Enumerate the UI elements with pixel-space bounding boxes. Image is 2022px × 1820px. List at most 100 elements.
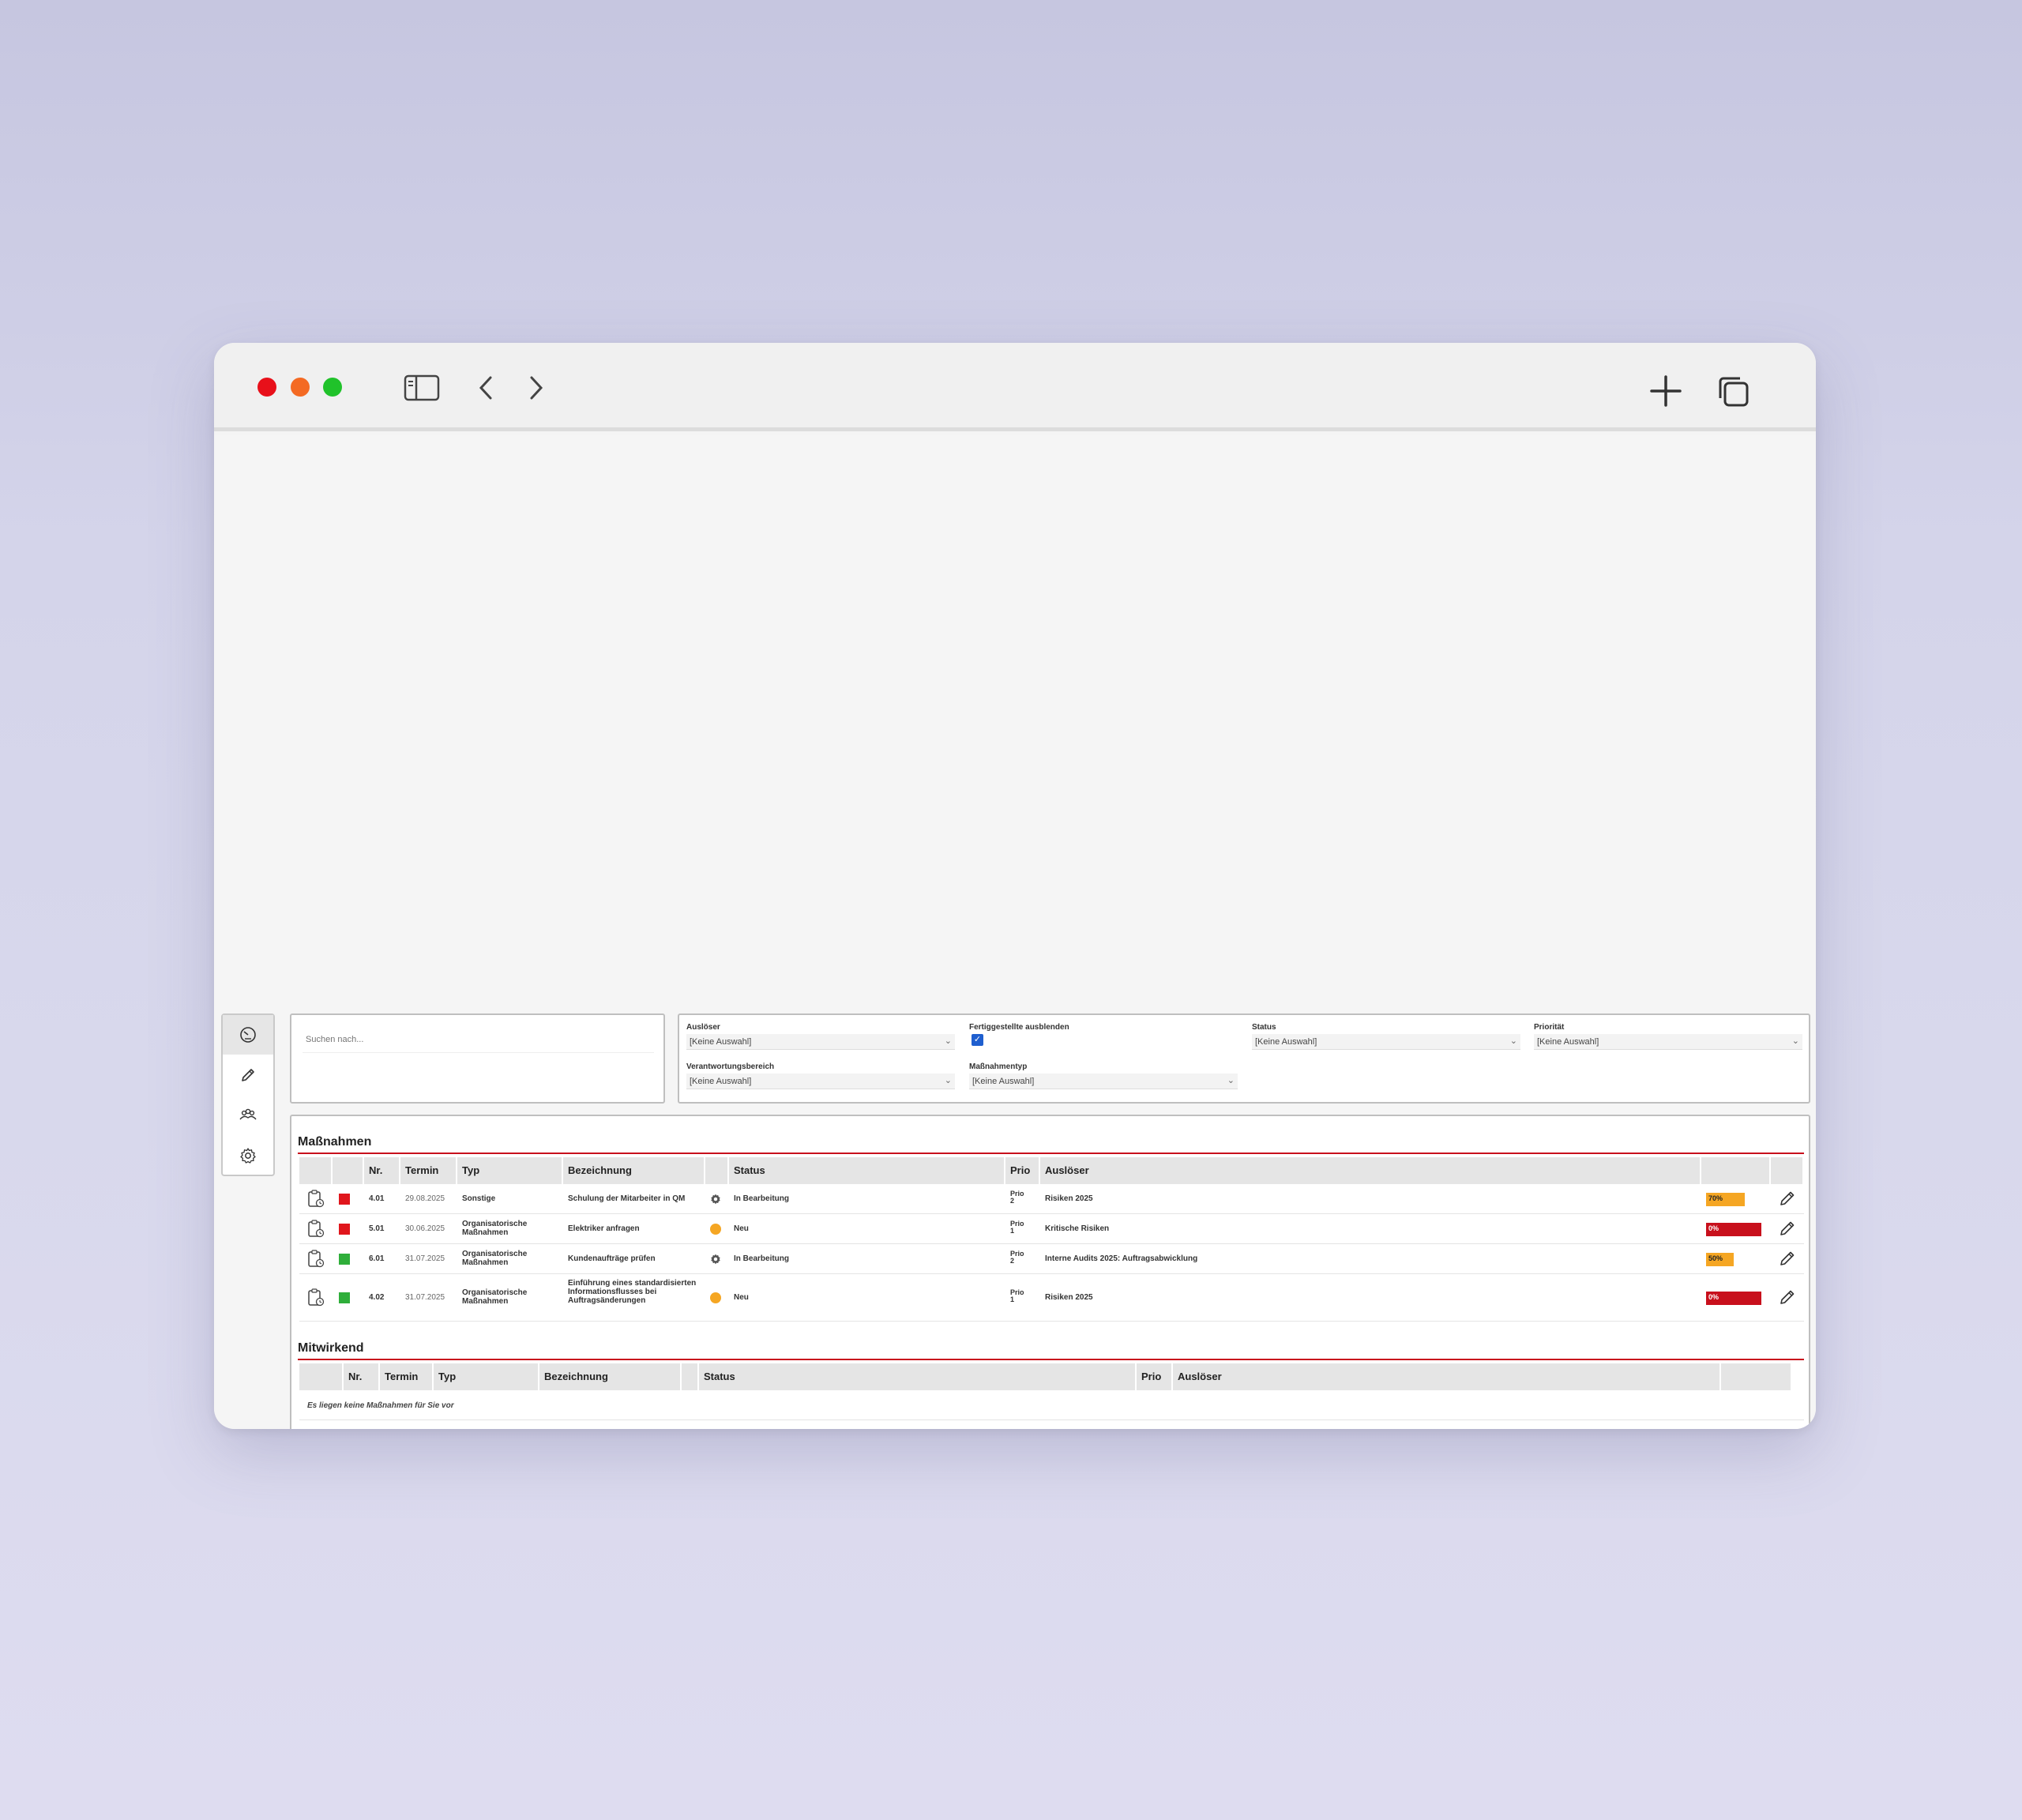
col-termin[interactable]: Termin bbox=[380, 1363, 434, 1390]
priority-marker bbox=[339, 1224, 350, 1235]
col-marker bbox=[333, 1157, 364, 1184]
col-ausloeser[interactable]: Auslöser bbox=[1040, 1157, 1701, 1184]
progress-bar: 0% bbox=[1706, 1292, 1761, 1305]
cell-ausloeser: Risiken 2025 bbox=[1045, 1194, 1093, 1203]
forward-icon[interactable] bbox=[527, 374, 546, 401]
close-window-button[interactable] bbox=[257, 378, 276, 397]
col-status-icon bbox=[705, 1157, 729, 1184]
priority-marker bbox=[339, 1254, 350, 1265]
sidebar-toggle-icon[interactable] bbox=[404, 374, 440, 401]
nav-settings[interactable] bbox=[223, 1136, 273, 1175]
col-status[interactable]: Status bbox=[729, 1157, 1005, 1184]
col-typ[interactable]: Typ bbox=[457, 1157, 563, 1184]
chevron-down-icon: ⌄ bbox=[1791, 1036, 1799, 1046]
task-clipboard-icon[interactable] bbox=[307, 1288, 325, 1307]
dashboard-gauge-icon bbox=[240, 1027, 256, 1043]
task-clipboard-icon[interactable] bbox=[307, 1250, 325, 1269]
col-extra bbox=[1721, 1363, 1792, 1390]
edit-pencil-icon[interactable] bbox=[1779, 1220, 1796, 1237]
col-status[interactable]: Status bbox=[699, 1363, 1137, 1390]
nav-dashboard[interactable] bbox=[223, 1015, 273, 1055]
cell-typ: Organisatorische Maßnahmen bbox=[462, 1288, 528, 1306]
col-nr[interactable]: Nr. bbox=[344, 1363, 380, 1390]
col-prio[interactable]: Prio bbox=[1137, 1363, 1173, 1390]
filter-label-status: Status bbox=[1252, 1023, 1276, 1032]
cell-nr: 4.02 bbox=[369, 1293, 385, 1302]
cell-typ: Sonstige bbox=[462, 1194, 496, 1203]
section-divider bbox=[298, 1359, 1804, 1360]
progress-label: 50% bbox=[1708, 1254, 1723, 1262]
col-typ[interactable]: Typ bbox=[434, 1363, 539, 1390]
filter-value-ausloeser: [Keine Auswahl] bbox=[690, 1037, 752, 1047]
edit-pencil-icon[interactable] bbox=[1779, 1288, 1796, 1306]
nav-edit[interactable] bbox=[223, 1055, 273, 1095]
cell-termin: 30.06.2025 bbox=[405, 1224, 445, 1233]
progress-bar: 70% bbox=[1706, 1193, 1761, 1206]
search-input[interactable] bbox=[303, 1026, 654, 1053]
tabs-overview-icon[interactable] bbox=[1716, 374, 1751, 409]
progress-bar: 50% bbox=[1706, 1253, 1761, 1266]
filter-label-fertiggestellte: Fertiggestellte ausblenden bbox=[969, 1023, 1069, 1032]
priority-marker bbox=[339, 1194, 350, 1205]
col-bezeichnung[interactable]: Bezeichnung bbox=[563, 1157, 705, 1184]
filter-value-prioritaet: [Keine Auswahl] bbox=[1537, 1037, 1599, 1047]
filter-label-ausloeser: Auslöser bbox=[686, 1023, 720, 1032]
col-progress bbox=[1701, 1157, 1771, 1184]
users-group-icon bbox=[239, 1108, 257, 1120]
cell-ausloeser: Risiken 2025 bbox=[1045, 1293, 1093, 1302]
cell-nr: 5.01 bbox=[369, 1224, 385, 1233]
priority-marker bbox=[339, 1292, 350, 1303]
cell-status: Neu bbox=[734, 1293, 749, 1302]
cell-prio: Prio 2 bbox=[1010, 1190, 1024, 1205]
hide-completed-checkbox[interactable]: ✓ bbox=[972, 1034, 983, 1046]
maximize-window-button[interactable] bbox=[323, 378, 342, 397]
col-prio[interactable]: Prio bbox=[1005, 1157, 1040, 1184]
col-nr[interactable]: Nr. bbox=[364, 1157, 400, 1184]
minimize-window-button[interactable] bbox=[291, 378, 310, 397]
cell-status: In Bearbeitung bbox=[734, 1254, 790, 1263]
chevron-down-icon: ⌄ bbox=[1227, 1076, 1235, 1085]
cell-nr: 4.01 bbox=[369, 1194, 385, 1203]
filter-value-massnahmentyp: [Keine Auswahl] bbox=[972, 1077, 1035, 1086]
gear-icon bbox=[711, 1194, 720, 1205]
table-row[interactable]: 4.02 31.07.2025 Organisatorische Maßnahmen… bbox=[299, 1274, 1804, 1322]
cell-prio: Prio 2 bbox=[1010, 1250, 1024, 1265]
nav-users[interactable] bbox=[223, 1096, 273, 1135]
pencil-icon bbox=[242, 1069, 254, 1081]
filter-select-massnahmentyp[interactable]: [Keine Auswahl] ⌄ bbox=[969, 1074, 1238, 1089]
filter-label-prioritaet: Priorität bbox=[1534, 1023, 1565, 1032]
col-bezeichnung[interactable]: Bezeichnung bbox=[539, 1363, 682, 1390]
back-icon[interactable] bbox=[476, 374, 495, 401]
edit-pencil-icon[interactable] bbox=[1779, 1190, 1796, 1207]
filter-select-status[interactable]: [Keine Auswahl] ⌄ bbox=[1252, 1034, 1520, 1050]
progress-label: 0% bbox=[1708, 1293, 1719, 1301]
section-title-mitwirkend: Mitwirkend bbox=[298, 1341, 364, 1355]
col-icon bbox=[299, 1157, 333, 1184]
table-row[interactable]: 4.01 29.08.2025 Sonstige Schulung der Mitar… bbox=[299, 1184, 1804, 1214]
gear-icon bbox=[711, 1254, 720, 1265]
filter-select-verantwortungsbereich[interactable]: [Keine Auswahl] ⌄ bbox=[686, 1074, 955, 1089]
filter-value-status: [Keine Auswahl] bbox=[1255, 1037, 1317, 1047]
chevron-down-icon: ⌄ bbox=[944, 1076, 952, 1085]
col-marker bbox=[299, 1363, 344, 1390]
col-termin[interactable]: Termin bbox=[400, 1157, 457, 1184]
filter-select-ausloeser[interactable]: [Keine Auswahl] ⌄ bbox=[686, 1034, 955, 1050]
edit-pencil-icon[interactable] bbox=[1779, 1250, 1796, 1267]
left-navigation bbox=[221, 1013, 275, 1176]
task-clipboard-icon[interactable] bbox=[307, 1190, 325, 1209]
task-clipboard-icon[interactable] bbox=[307, 1220, 325, 1239]
filter-select-prioritaet[interactable]: [Keine Auswahl] ⌄ bbox=[1534, 1034, 1802, 1050]
cell-termin: 31.07.2025 bbox=[405, 1254, 445, 1263]
col-ausloeser[interactable]: Auslöser bbox=[1173, 1363, 1721, 1390]
table-row[interactable]: 5.01 30.06.2025 Organisatorische Maßnahmen… bbox=[299, 1214, 1804, 1244]
col-actions bbox=[1771, 1157, 1804, 1184]
cell-prio: Prio 1 bbox=[1010, 1288, 1024, 1303]
cell-bezeichnung: Einführung eines standardisierten Inform… bbox=[568, 1279, 697, 1305]
cell-termin: 29.08.2025 bbox=[405, 1194, 445, 1203]
new-tab-icon[interactable] bbox=[1649, 374, 1682, 408]
status-new-dot-icon bbox=[710, 1292, 721, 1303]
progress-label: 0% bbox=[1708, 1224, 1719, 1232]
chevron-down-icon: ⌄ bbox=[1509, 1036, 1517, 1046]
table-row[interactable]: 6.01 31.07.2025 Organisatorische Maßnahmen… bbox=[299, 1244, 1804, 1274]
main-panel: Maßnahmen Nr. Termin Typ Bezeichnung Sta… bbox=[290, 1115, 1810, 1429]
